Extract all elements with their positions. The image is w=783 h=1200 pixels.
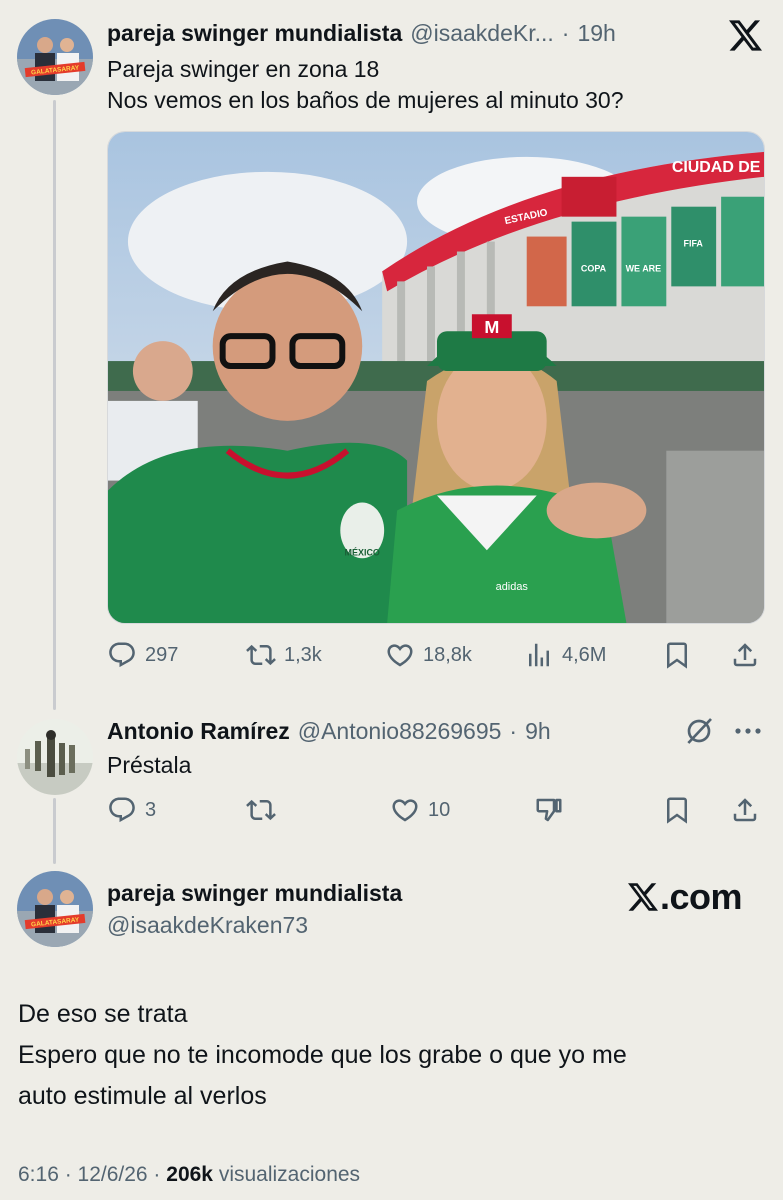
timestamp[interactable]: 6:16 · 12/6/26 · (18, 1163, 166, 1186)
dislike-button[interactable] (534, 795, 564, 825)
svg-text:MÉXICO: MÉXICO (345, 546, 380, 557)
x-com-label: .com (660, 876, 743, 917)
handle[interactable]: @isaakdeKr... (410, 20, 554, 47)
tweet-text-line: Pareja swinger en zona 18 (107, 56, 380, 82)
x-com-logo: .com (628, 876, 743, 918)
reply-icon (109, 797, 135, 823)
like-button[interactable]: 18,8k (385, 640, 472, 670)
separator: · (561, 20, 570, 46)
analytics-icon (529, 643, 549, 667)
retweet-button[interactable] (246, 795, 276, 825)
like-button[interactable]: 10 (390, 795, 450, 825)
reply-count: 3 (145, 798, 157, 821)
retweet-button[interactable]: 1,3k (246, 640, 322, 670)
bookmark-icon (667, 642, 687, 669)
reply-icon (109, 642, 135, 668)
handle[interactable]: @Antonio88269695 (298, 718, 502, 745)
share-icon (733, 798, 757, 822)
thread-line (53, 100, 56, 710)
svg-text:FIFA: FIFA (684, 239, 704, 249)
tweet-text-line: Nos vemos en los baños de mujeres al min… (107, 87, 624, 113)
svg-text:COPA: COPA (581, 263, 607, 273)
like-count: 18,8k (423, 643, 472, 666)
tweet-text-line: Espero que no te incomode que los grabe … (18, 1041, 627, 1069)
reply-count: 297 (145, 643, 179, 666)
views-label: visualizaciones (212, 1163, 361, 1186)
avatar[interactable]: GALATASARAY (17, 19, 93, 95)
x-logo-icon (628, 883, 658, 911)
main-tweet-text: De eso se trata Espero que no te incomod… (18, 994, 627, 1117)
avatar[interactable]: GALATASARAY (17, 871, 93, 947)
tweet-header: pareja swinger mundialista @isaakdeKr...… (107, 20, 616, 47)
retweet-icon (246, 799, 276, 821)
tweet-text-line: auto estimule al verlos (18, 1082, 267, 1110)
views-count: 206k (166, 1163, 213, 1186)
views-count: 4,6M (562, 643, 607, 666)
views-button[interactable]: 4,6M (524, 640, 606, 670)
avatar[interactable] (17, 719, 93, 795)
share-button[interactable] (730, 640, 760, 670)
more-options-icon[interactable] (733, 718, 763, 744)
like-count: 10 (428, 798, 451, 821)
svg-text:WE ARE: WE ARE (626, 263, 662, 273)
bookmark-button[interactable] (662, 795, 692, 825)
x-logo-icon[interactable] (729, 20, 762, 51)
heart-icon (387, 644, 413, 667)
timestamp[interactable]: 19h (577, 20, 615, 47)
share-button[interactable] (730, 795, 760, 825)
heart-icon (392, 799, 418, 822)
display-name[interactable]: pareja swinger mundialista (107, 20, 402, 47)
svg-text:M: M (484, 317, 499, 337)
bookmark-icon (667, 797, 687, 824)
tweet-text: Pareja swinger en zona 18 Nos vemos en l… (107, 54, 624, 116)
reply-button[interactable]: 297 (107, 640, 178, 670)
display-name[interactable]: pareja swinger mundialista (107, 880, 402, 907)
grok-icon[interactable] (683, 715, 715, 747)
separator: · (509, 718, 518, 744)
bookmark-button[interactable] (662, 640, 692, 670)
tweet-text-line: De eso se trata (18, 1000, 188, 1028)
share-icon (733, 643, 757, 667)
display-name[interactable]: Antonio Ramírez (107, 718, 290, 745)
reply-button[interactable]: 3 (107, 795, 156, 825)
reply-text: Préstala (107, 752, 192, 778)
svg-text:CIUDAD DE: CIUDAD DE (672, 159, 761, 176)
svg-text:adidas: adidas (496, 581, 529, 593)
tweet-media-image[interactable]: CIUDAD DE ESTADIO COPA WE ARE FIFA MÉXIC… (107, 131, 765, 624)
tweet-meta: 6:16 · 12/6/26 · 206k visualizaciones (18, 1163, 360, 1187)
timestamp[interactable]: 9h (525, 718, 551, 745)
thread-line (53, 798, 56, 864)
reply-header: Antonio Ramírez @Antonio88269695 · 9h (107, 718, 551, 745)
handle[interactable]: @isaakdeKraken73 (107, 912, 308, 939)
retweet-count: 1,3k (284, 643, 322, 666)
dislike-icon (536, 798, 562, 822)
retweet-icon (246, 644, 276, 666)
